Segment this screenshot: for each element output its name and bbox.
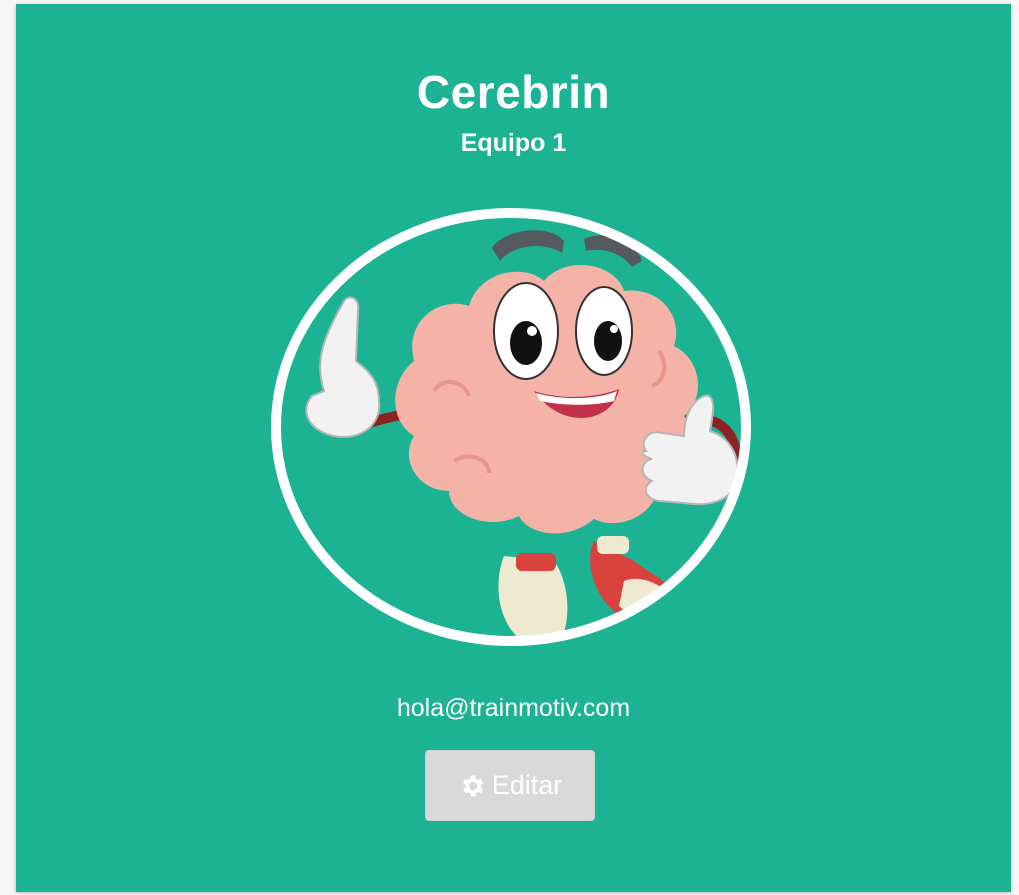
- edit-button[interactable]: Editar: [425, 750, 595, 821]
- profile-card: Cerebrin Equipo 1 hola@trainmotiv.com Ed…: [16, 4, 1011, 892]
- gear-icon: [462, 775, 483, 796]
- avatar: [264, 201, 758, 647]
- profile-name: Cerebrin: [416, 66, 611, 118]
- profile-team: Equipo 1: [460, 129, 567, 157]
- profile-email: hola@trainmotiv.com: [396, 694, 631, 722]
- edit-button-label: Editar: [491, 770, 563, 800]
- brain-mascot-icon: [271, 208, 751, 646]
